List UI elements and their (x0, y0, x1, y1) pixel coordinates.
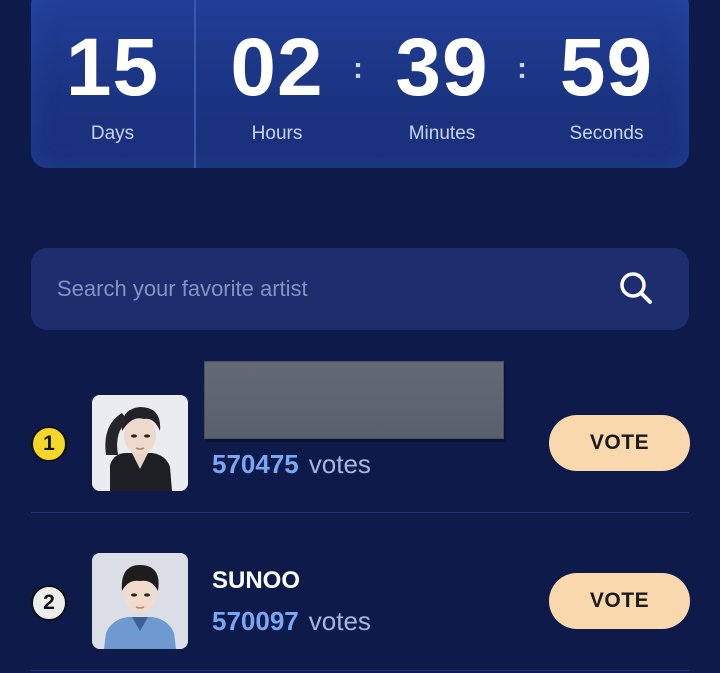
artist-name: SUNOO (212, 567, 301, 594)
search-icon[interactable] (616, 268, 656, 308)
countdown-hours: 02 Hours (196, 0, 358, 145)
vote-number: 570475 (212, 449, 299, 479)
vote-count: 570097 votes (212, 606, 371, 636)
countdown-seconds: 59 Seconds (524, 0, 689, 145)
vote-button[interactable]: VOTE (549, 415, 690, 471)
hours-label: Hours (251, 123, 303, 144)
artist-photo-1 (92, 395, 188, 491)
countdown-days: 15 Days (31, 0, 194, 145)
rank-badge: 1 (31, 426, 67, 462)
vote-unit: votes (308, 606, 371, 636)
rank-badge: 2 (31, 585, 67, 621)
countdown-panel: 15 Days 02 Hours : 39 Minutes : 59 Secon… (31, 0, 689, 168)
seconds-value: 59 (559, 22, 654, 113)
countdown-minutes: 39 Minutes (360, 0, 524, 145)
row-divider (31, 512, 689, 513)
hours-value: 02 (230, 22, 324, 113)
list-item: 2 SUNOO 570097 votes VOTE (0, 515, 720, 673)
artist-photo-2 (92, 553, 188, 649)
minutes-label: Minutes (408, 123, 476, 144)
voting-page: 15 Days 02 Hours : 39 Minutes : 59 Secon… (0, 0, 720, 673)
seconds-label: Seconds (569, 123, 644, 144)
avatar (92, 553, 188, 649)
search-bar (31, 248, 689, 330)
redaction-box (204, 361, 504, 439)
days-label: Days (90, 123, 135, 144)
row-divider (31, 670, 689, 671)
vote-number: 570097 (212, 606, 299, 636)
search-input[interactable] (57, 269, 597, 309)
vote-button[interactable]: VOTE (549, 573, 690, 629)
avatar (92, 395, 188, 491)
vote-count: 570475 votes (212, 449, 371, 479)
days-value: 15 (65, 22, 160, 113)
vote-unit: votes (308, 449, 371, 479)
minutes-value: 39 (395, 22, 489, 113)
